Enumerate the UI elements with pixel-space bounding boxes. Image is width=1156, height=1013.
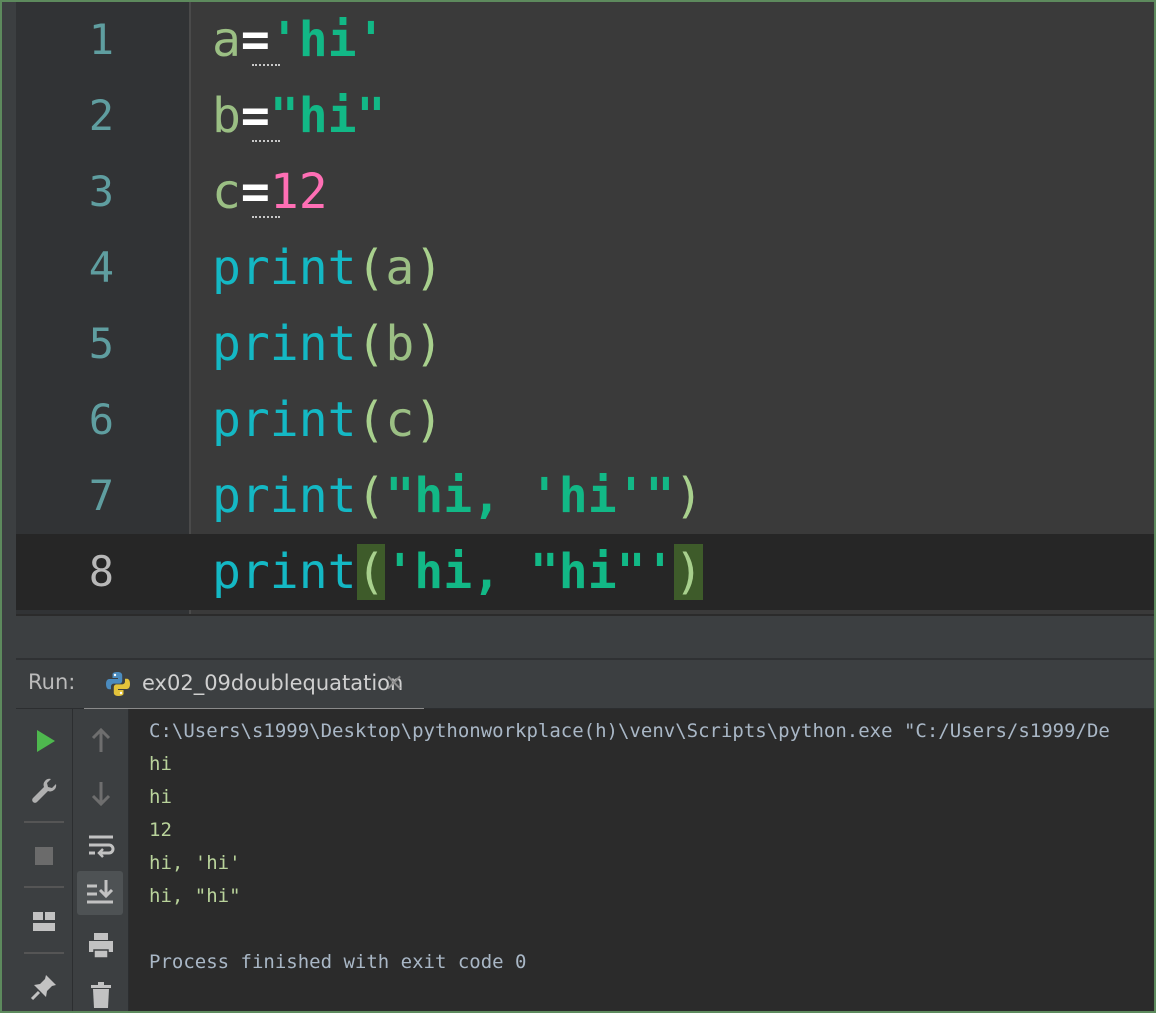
code-line[interactable]: 3 c=12 [16,154,1154,230]
run-config-tab[interactable]: ex02_09doublequatation × [84,660,424,711]
open-paren: ( [356,468,386,524]
code-editor[interactable]: 1 a='hi' 2 b="hi" 3 c=12 4 print(a) 5 pr… [16,2,1154,616]
line-number: 4 [88,243,114,292]
wrench-icon[interactable] [24,771,64,811]
stop-icon[interactable] [24,836,64,876]
matched-open-paren: ( [356,544,386,600]
code-text[interactable]: a='hi' [212,2,385,78]
run-tool-window: C:\Users\s1999\Desktop\pythonworkplace(h… [16,709,1154,1011]
open-paren: ( [356,392,386,448]
weak-warning-squiggle [252,134,280,142]
toolbar-separator [24,821,64,823]
console-output[interactable]: C:\Users\s1999\Desktop\pythonworkplace(h… [129,709,1154,1011]
arrow-up-icon[interactable] [81,721,121,761]
open-paren: ( [356,316,386,372]
line-number: 7 [88,471,114,520]
function-name: print [212,392,357,448]
run-tab-title: ex02_09doublequatation [142,671,404,695]
code-text[interactable]: print(c) [212,382,443,458]
python-icon [106,672,130,696]
code-text[interactable]: print("hi, 'hi'") [212,458,703,534]
string-literal: "hi" [269,88,386,144]
console-output-line: hi [149,786,172,808]
argument: c [385,392,415,448]
soft-wrap-icon[interactable] [81,825,121,865]
line-number: 8 [88,547,114,596]
ide-window: 1 a='hi' 2 b="hi" 3 c=12 4 print(a) 5 pr… [0,0,1156,1013]
run-left-toolbar [16,709,73,1011]
toolbar-separator [24,952,64,954]
layout-icon[interactable] [24,902,64,942]
trash-icon[interactable] [81,975,121,1011]
pin-icon[interactable] [24,967,64,1007]
line-number: 5 [88,319,114,368]
code-text[interactable]: c=12 [212,154,328,230]
close-paren: ) [414,392,444,448]
code-line[interactable]: 4 print(a) [16,230,1154,306]
current-code-line[interactable]: 8 print('hi, "hi"') [16,534,1154,610]
line-number: 1 [88,15,114,64]
code-line[interactable]: 7 print("hi, 'hi'") [16,458,1154,534]
string-literal: 'hi' [269,12,386,68]
line-number: 2 [88,91,114,140]
code-text[interactable]: print(a) [212,230,443,306]
rerun-icon[interactable] [24,721,64,761]
run-console-toolbar [73,709,129,1011]
function-name: print [212,468,357,524]
line-number: 3 [88,167,114,216]
close-tab-icon[interactable]: × [384,669,404,695]
editor-bottom-area [16,616,1154,660]
print-icon[interactable] [81,925,121,965]
code-line[interactable]: 2 b="hi" [16,78,1154,154]
console-command-line: C:\Users\s1999\Desktop\pythonworkplace(h… [149,720,1110,742]
weak-warning-squiggle [252,210,280,218]
function-name: print [212,544,357,600]
line-number: 6 [88,395,114,444]
console-output-line: hi, "hi" [149,885,241,907]
code-line[interactable]: 1 a='hi' [16,2,1154,78]
string-literal: 'hi, "hi"' [385,544,675,600]
function-name: print [212,316,357,372]
string-literal: "hi, 'hi'" [385,468,675,524]
toolbar-separator [24,886,64,888]
matched-close-paren: ) [674,544,704,600]
code-text[interactable]: print(b) [212,306,443,382]
variable-name: c [212,164,241,220]
open-paren: ( [356,240,386,296]
code-line[interactable]: 5 print(b) [16,306,1154,382]
argument: a [385,240,415,296]
variable-name: a [212,12,241,68]
weak-warning-squiggle [252,58,280,66]
console-exit-message: Process finished with exit code 0 [149,951,527,973]
code-line[interactable]: 6 print(c) [16,382,1154,458]
close-paren: ) [674,468,704,524]
function-name: print [212,240,357,296]
code-text[interactable]: print('hi, "hi"') [212,534,704,610]
run-tool-window-header: Run: ex02_09doublequatation × [16,660,1154,711]
argument: b [385,316,415,372]
run-label: Run: [28,670,76,694]
close-paren: ) [414,240,444,296]
console-output-line: 12 [149,819,172,841]
scroll-to-end-icon[interactable] [77,871,123,915]
console-output-line: hi [149,753,172,775]
variable-name: b [212,88,241,144]
close-paren: ) [414,316,444,372]
arrow-down-icon[interactable] [81,773,121,813]
console-output-line: hi, 'hi' [149,852,241,874]
code-text[interactable]: b="hi" [212,78,385,154]
